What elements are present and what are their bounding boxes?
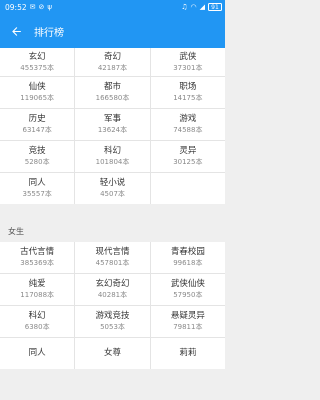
- category-name: 武侠仙侠: [170, 279, 205, 289]
- wifi-icon: ◠: [190, 2, 197, 11]
- signal-icon: ◢: [199, 2, 205, 11]
- category-cell[interactable]: 科幻 6380本: [0, 306, 75, 337]
- category-cell[interactable]: 青春校园 99618本: [150, 242, 225, 273]
- category-cell[interactable]: 悬疑灵异 79811本: [150, 306, 225, 337]
- usb-icon: ψ: [47, 2, 52, 11]
- section-header-female: 女生: [0, 220, 225, 242]
- category-cell[interactable]: 同人: [0, 338, 75, 369]
- category-cell[interactable]: 轻小说 4507本: [75, 173, 150, 204]
- category-name: 同人: [28, 348, 46, 358]
- category-count: 42187本: [97, 64, 128, 72]
- category-count: 63147本: [22, 126, 52, 134]
- category-name: 轻小说: [99, 178, 126, 188]
- category-name: 纯爱: [28, 279, 46, 289]
- female-category-grid: 古代言情 385369本 现代言情 457801本 青春校园 99618本纯爱 117088…: [0, 242, 225, 369]
- category-count: 117088本: [20, 291, 55, 299]
- category-count: 5280本: [24, 158, 50, 166]
- category-cell[interactable]: 仙侠 119065本: [0, 77, 75, 108]
- category-cell[interactable]: 职场 14175本: [150, 77, 225, 108]
- headset-icon: ♫: [181, 2, 188, 11]
- category-name: 同人: [28, 178, 46, 188]
- category-count: 4507本: [100, 190, 125, 198]
- status-bar: 09:52 ✉ ⊘ ψ ♫ ◠ ◢ 91: [0, 0, 225, 14]
- category-cell[interactable]: 竞技 5280本: [0, 141, 75, 172]
- status-time: 09:52: [5, 2, 27, 12]
- category-name: 仙侠: [28, 82, 46, 92]
- category-cell[interactable]: 莉莉: [150, 338, 225, 369]
- category-count: 74588本: [173, 126, 203, 134]
- category-cell[interactable]: 同人 35557本: [0, 173, 75, 204]
- status-left: 09:52 ✉ ⊘ ψ: [5, 3, 52, 12]
- category-count: 14175本: [173, 94, 203, 102]
- category-count: 30125本: [173, 158, 203, 166]
- category-name: 女尊: [103, 348, 121, 358]
- category-count: 37301本: [173, 64, 203, 72]
- category-cell[interactable]: 古代言情 385369本: [0, 242, 75, 273]
- status-right: ♫ ◠ ◢ 91: [181, 3, 222, 11]
- category-count: 40281本: [97, 291, 128, 299]
- battery-level: 91: [211, 3, 219, 11]
- category-name: 古代言情: [20, 247, 55, 257]
- category-count: 166580本: [95, 94, 130, 102]
- category-name: 玄幻奇幻: [95, 279, 130, 289]
- category-count: 101804本: [95, 158, 130, 166]
- category-name: 悬疑灵异: [170, 311, 205, 321]
- alert-icon: ✉: [29, 2, 36, 11]
- ranking-content: 玄幻 455375本 奇幻 42187本 武侠 37301本仙侠 119065本 都市 1665…: [0, 48, 225, 400]
- category-count: 35557本: [22, 190, 52, 198]
- category-count: 457801本: [95, 259, 130, 267]
- category-cell[interactable]: 纯爱 117088本: [0, 274, 75, 305]
- app-bar: 排行榜: [0, 14, 225, 48]
- category-cell[interactable]: 武侠仙侠 57950本: [150, 274, 225, 305]
- category-cell[interactable]: 灵异 30125本: [150, 141, 225, 172]
- empty-cell: [150, 173, 225, 204]
- category-name: 玄幻: [28, 52, 46, 62]
- category-name: 科幻: [28, 311, 46, 321]
- category-name: 职场: [179, 82, 197, 92]
- category-name: 都市: [103, 82, 121, 92]
- category-count: 57950本: [173, 291, 203, 299]
- category-name: 奇幻: [103, 52, 121, 62]
- category-cell[interactable]: 玄幻 455375本: [0, 48, 75, 76]
- category-cell[interactable]: 历史 63147本: [0, 109, 75, 140]
- category-count: 385369本: [20, 259, 55, 267]
- category-cell[interactable]: 都市 166580本: [75, 77, 150, 108]
- category-name: 武侠: [179, 52, 197, 62]
- category-name: 竞技: [28, 146, 46, 156]
- category-name: 莉莉: [179, 348, 197, 358]
- battery-icon: 91: [208, 3, 222, 11]
- category-count: 6380本: [24, 323, 50, 331]
- category-name: 军事: [103, 114, 121, 124]
- category-cell[interactable]: 军事 13624本: [75, 109, 150, 140]
- page-title: 排行榜: [34, 27, 64, 39]
- category-name: 青春校园: [170, 247, 205, 257]
- category-count: 13624本: [97, 126, 128, 134]
- category-count: 99618本: [173, 259, 203, 267]
- category-cell[interactable]: 奇幻 42187本: [75, 48, 150, 76]
- category-cell[interactable]: 现代言情 457801本: [75, 242, 150, 273]
- category-count: 455375本: [20, 64, 55, 72]
- category-cell[interactable]: 玄幻奇幻 40281本: [75, 274, 150, 305]
- arrow-left-icon: [11, 26, 21, 36]
- category-name: 历史: [28, 114, 46, 124]
- category-name: 灵异: [179, 146, 197, 156]
- back-button[interactable]: [0, 14, 32, 48]
- category-name: 游戏: [179, 114, 197, 124]
- category-name: 游戏竞技: [95, 311, 130, 321]
- check-circle-icon: ⊘: [38, 2, 45, 11]
- male-category-grid: 玄幻 455375本 奇幻 42187本 武侠 37301本仙侠 119065本 都市 1665…: [0, 48, 225, 204]
- category-cell[interactable]: 女尊: [75, 338, 150, 369]
- category-count: 79811本: [173, 323, 203, 331]
- category-cell[interactable]: 武侠 37301本: [150, 48, 225, 76]
- category-name: 科幻: [103, 146, 121, 156]
- category-cell[interactable]: 科幻 101804本: [75, 141, 150, 172]
- category-count: 119065本: [20, 94, 55, 102]
- category-cell[interactable]: 游戏 74588本: [150, 109, 225, 140]
- category-count: 5053本: [100, 323, 125, 331]
- category-name: 现代言情: [95, 247, 130, 257]
- category-cell[interactable]: 游戏竞技 5053本: [75, 306, 150, 337]
